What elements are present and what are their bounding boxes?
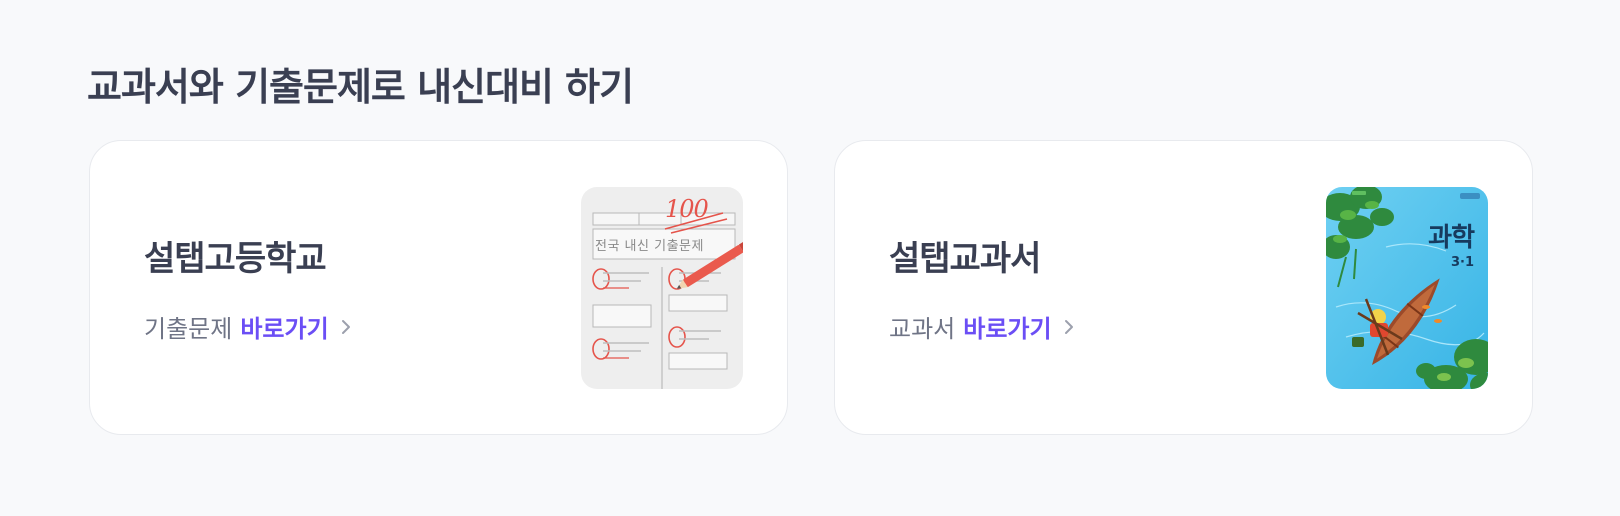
school-exam-card[interactable]: 설탭고등학교 기출문제 바로가기 100 전국 내신 기출문제 bbox=[89, 140, 788, 435]
chevron-right-icon bbox=[339, 315, 355, 339]
textbook-shortcut-link[interactable]: 교과서 바로가기 bbox=[889, 309, 1078, 344]
exam-shortcut-link[interactable]: 기출문제 바로가기 bbox=[144, 309, 355, 344]
section-title: 교과서와 기출문제로 내신대비 하기 bbox=[87, 65, 634, 109]
exam-paper-icon: 100 전국 내신 기출문제 bbox=[581, 187, 743, 389]
link-action: 바로가기 bbox=[240, 315, 329, 343]
textbook-card[interactable]: 설탭교과서 교과서 바로가기 과학 3·1 bbox=[834, 140, 1533, 435]
link-prefix: 기출문제 bbox=[144, 315, 233, 343]
textbook-exam-section: 교과서와 기출문제로 내신대비 하기 설탭고등학교 기출문제 바로가기 100 … bbox=[0, 0, 1620, 516]
link-action: 바로가기 bbox=[963, 315, 1052, 343]
link-prefix: 교과서 bbox=[889, 315, 956, 343]
chevron-right-icon bbox=[1062, 315, 1078, 339]
card-title: 설탭고등학교 bbox=[144, 239, 327, 279]
book-title: 과학 bbox=[1428, 223, 1475, 253]
science-textbook-cover-icon: 과학 3·1 bbox=[1326, 187, 1488, 389]
card-title: 설탭교과서 bbox=[889, 239, 1041, 279]
book-grade: 3·1 bbox=[1450, 255, 1474, 270]
exam-score: 100 bbox=[665, 195, 709, 223]
exam-label: 전국 내신 기출문제 bbox=[595, 239, 704, 254]
